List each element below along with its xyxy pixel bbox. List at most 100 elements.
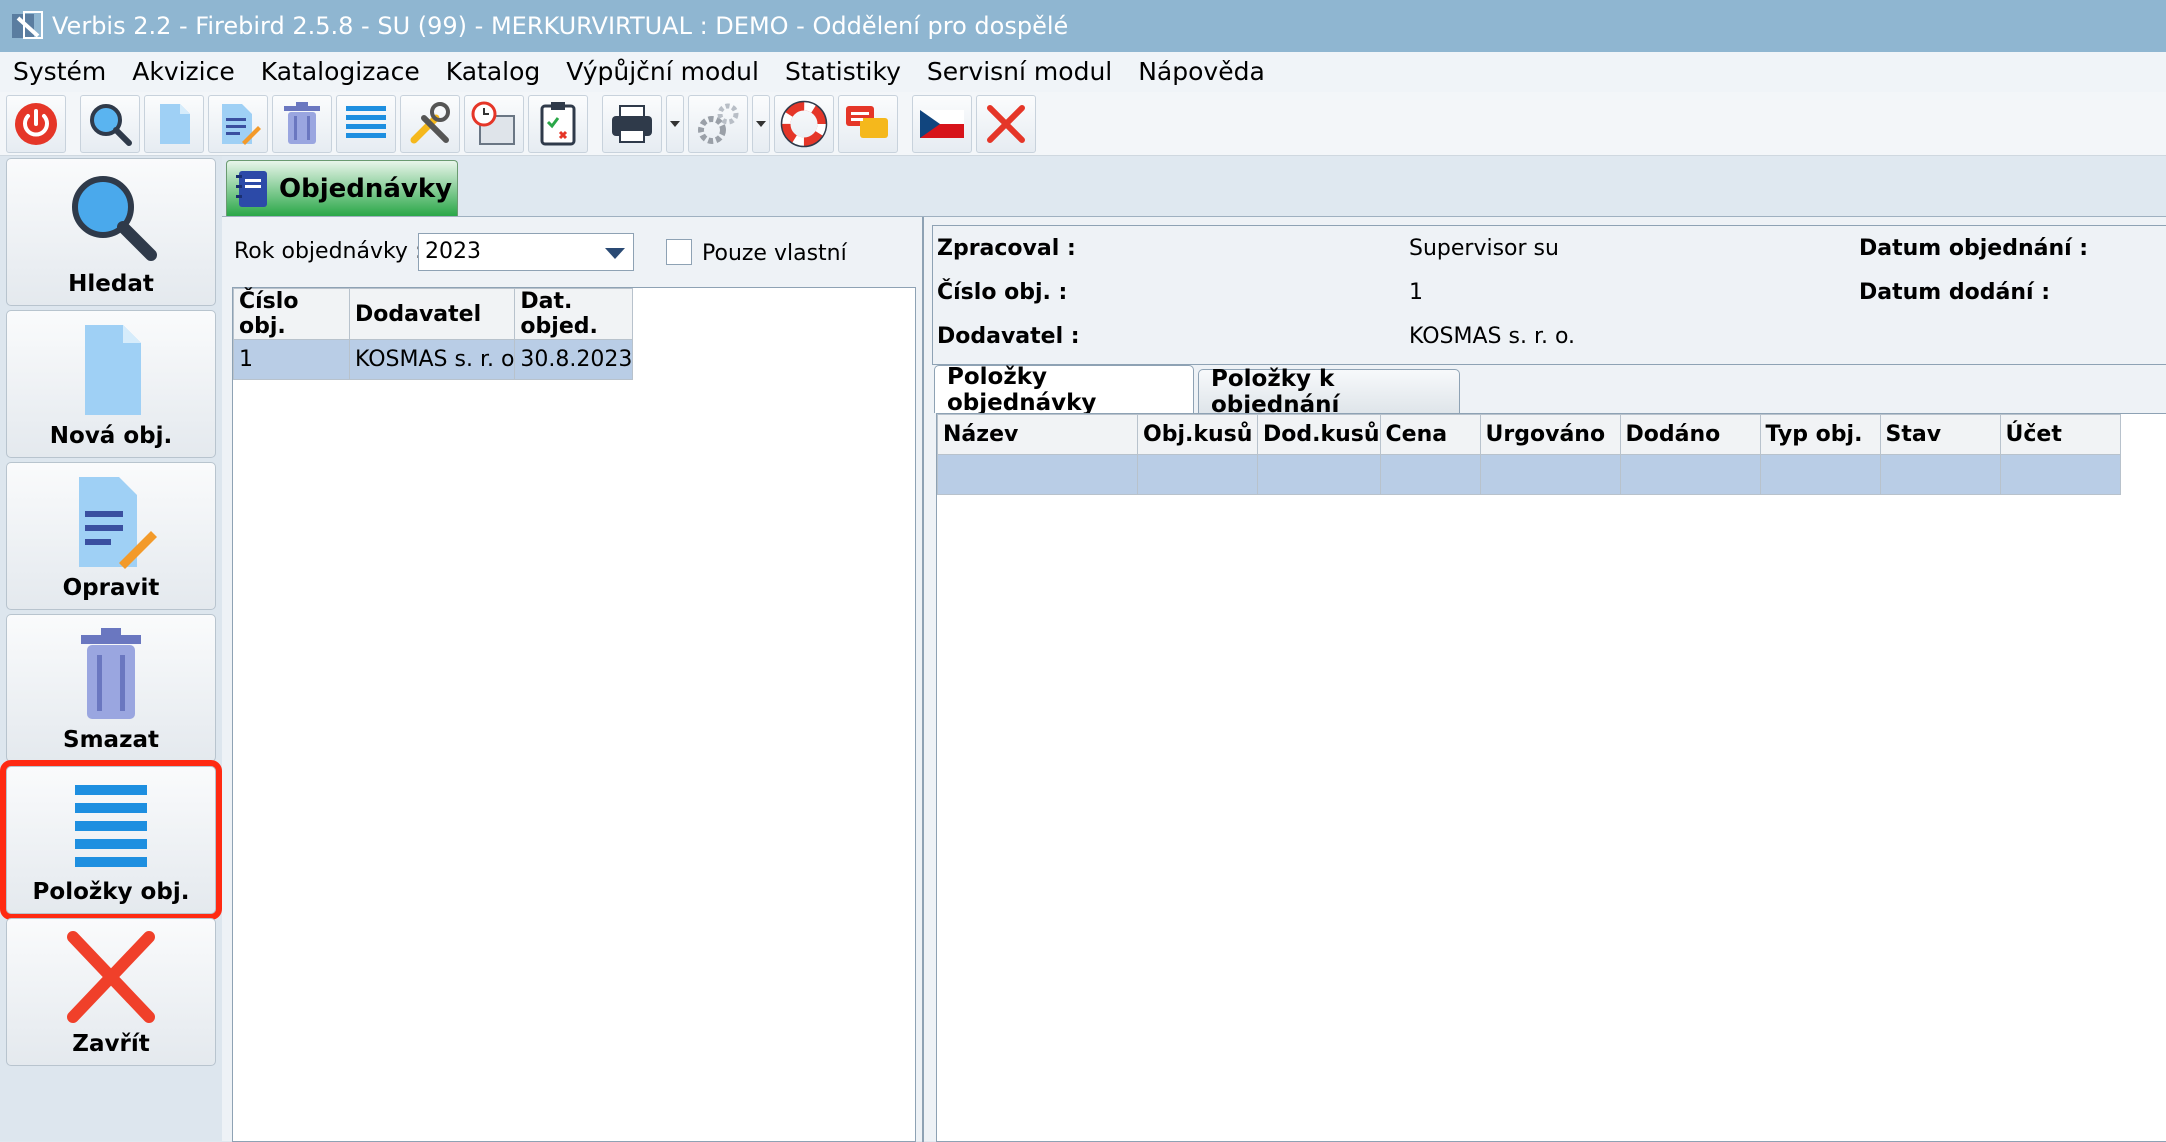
orders-table: Číslo obj. Dodavatel Dat. objed. 1 KOSMA…	[233, 288, 634, 380]
edit-order-button[interactable]: Opravit	[6, 462, 216, 610]
messages-button[interactable]	[838, 94, 898, 153]
table-cell	[937, 454, 1138, 495]
calendar-button[interactable]	[464, 94, 524, 153]
close-icon	[67, 931, 155, 1023]
order-items-button[interactable]: Položky obj.	[0, 760, 222, 920]
power-button[interactable]	[6, 94, 66, 153]
processed-label: Zpracoval :	[937, 236, 1076, 261]
table-row[interactable]	[937, 454, 2121, 495]
title-bar: Verbis 2.2 - Firebird 2.5.8 - SU (99) - …	[0, 0, 2166, 52]
col-supplier[interactable]: Dodavatel	[348, 288, 516, 340]
czech-flag-icon	[920, 109, 964, 138]
print-dropdown[interactable]	[666, 94, 684, 153]
close-sidebar-button[interactable]: Zavřít	[6, 918, 216, 1066]
col-status[interactable]: Stav	[1879, 414, 2001, 455]
search-button[interactable]	[80, 94, 140, 153]
col-account[interactable]: Účet	[1999, 414, 2121, 455]
table-cell	[1759, 454, 1881, 495]
sidebar: Hledat Nová obj. Opravit Smazat Položky …	[0, 156, 222, 1141]
delete-order-button[interactable]: Smazat	[6, 614, 216, 762]
help-button[interactable]	[774, 94, 834, 153]
order-items-label: Položky obj.	[32, 879, 190, 905]
toolbar	[0, 92, 2166, 156]
new-order-button[interactable]: Nová obj.	[6, 310, 216, 458]
col-title[interactable]: Název	[937, 414, 1138, 455]
delete-order-label: Smazat	[63, 727, 159, 753]
print-button[interactable]	[602, 94, 662, 153]
search-icon	[72, 176, 157, 261]
order-info-panel: Zpracoval : Supervisor su Číslo obj. : 1…	[932, 225, 2166, 365]
delete-button[interactable]	[272, 94, 332, 153]
settings-dropdown[interactable]	[752, 94, 770, 153]
close-label: Zavřít	[72, 1031, 150, 1057]
table-row[interactable]: 1 KOSMAS s. r. o 30.8.2023	[233, 339, 634, 380]
printer-icon	[612, 104, 652, 143]
table-cell	[1137, 454, 1258, 495]
chat-icon	[846, 105, 888, 138]
tools-button[interactable]	[400, 94, 460, 153]
search-icon	[90, 103, 132, 146]
close-icon	[987, 104, 1025, 143]
notebook-icon	[236, 170, 267, 207]
chevron-down-icon	[605, 248, 625, 259]
list-icon	[75, 785, 147, 867]
year-label: Rok objednávky :	[234, 239, 423, 264]
menu-service[interactable]: Servisní modul	[914, 52, 1125, 92]
menu-help[interactable]: Nápověda	[1125, 52, 1278, 92]
menu-catalog[interactable]: Katalog	[433, 52, 554, 92]
search-sidebar-button[interactable]: Hledat	[6, 158, 216, 306]
orders-header-row: Číslo obj. Dodavatel Dat. objed.	[233, 288, 634, 340]
own-only-checkbox[interactable]	[666, 239, 692, 265]
edit-document-button[interactable]	[208, 94, 268, 153]
edit-order-label: Opravit	[62, 575, 160, 601]
cell-supplier: KOSMAS s. r. o	[348, 339, 516, 380]
language-button[interactable]	[912, 94, 972, 153]
col-delivered-qty[interactable]: Dod.kusů	[1257, 414, 1381, 455]
trash-icon	[284, 101, 320, 144]
new-document-button[interactable]	[144, 94, 204, 153]
gear-icon	[698, 103, 739, 144]
table-cell	[1999, 454, 2121, 495]
tab-order-items[interactable]: Položky objednávky	[934, 364, 1194, 416]
menu-cataloguing[interactable]: Katalogizace	[248, 52, 433, 92]
orders-grid: Číslo obj. Dodavatel Dat. objed. 1 KOSMA…	[232, 287, 916, 1142]
col-order-number[interactable]: Číslo obj.	[233, 288, 350, 340]
tab-items-to-order[interactable]: Položky k objednání	[1198, 366, 1460, 418]
year-value: 2023	[425, 239, 481, 264]
col-order-date[interactable]: Dat. objed.	[514, 288, 634, 340]
supplier-value: KOSMAS s. r. o.	[1409, 324, 1576, 349]
col-price[interactable]: Cena	[1379, 414, 1481, 455]
tools-icon	[410, 101, 450, 143]
lifebuoy-icon	[780, 100, 828, 147]
exit-button[interactable]	[976, 94, 1036, 153]
app-icon	[12, 11, 43, 39]
menu-statistics[interactable]: Statistiky	[772, 52, 914, 92]
cell-order-number: 1	[233, 339, 350, 380]
table-cell	[1379, 454, 1481, 495]
items-grid: Název Obj.kusů Dod.kusů Cena Urgováno Do…	[936, 413, 2166, 1142]
table-cell	[1879, 454, 2001, 495]
calendar-clock-icon	[471, 101, 515, 145]
new-document-icon	[160, 103, 190, 144]
col-order-type[interactable]: Typ obj.	[1759, 414, 1881, 455]
edit-document-icon	[222, 103, 261, 145]
processed-value: Supervisor su	[1409, 236, 1559, 261]
order-date-label: Datum objednání :	[1859, 236, 2089, 261]
search-label: Hledat	[68, 271, 154, 297]
col-urged[interactable]: Urgováno	[1479, 414, 1621, 455]
new-document-icon	[85, 325, 141, 415]
order-number-value: 1	[1409, 280, 1423, 305]
settings-button[interactable]	[688, 94, 748, 153]
list-button[interactable]	[336, 94, 396, 153]
table-cell	[1257, 454, 1381, 495]
year-select[interactable]: 2023	[418, 233, 634, 271]
clipboard-button[interactable]	[528, 94, 588, 153]
col-delivered[interactable]: Dodáno	[1619, 414, 1761, 455]
items-header-row: Název Obj.kusů Dod.kusů Cena Urgováno Do…	[937, 414, 2121, 455]
col-ordered-qty[interactable]: Obj.kusů	[1137, 414, 1258, 455]
menu-system[interactable]: Systém	[0, 52, 119, 92]
menu-acquisition[interactable]: Akvizice	[119, 52, 248, 92]
menu-circulation[interactable]: Výpůjční modul	[553, 52, 772, 92]
trash-icon	[81, 628, 141, 719]
tab-orders[interactable]: Objednávky	[226, 160, 458, 216]
